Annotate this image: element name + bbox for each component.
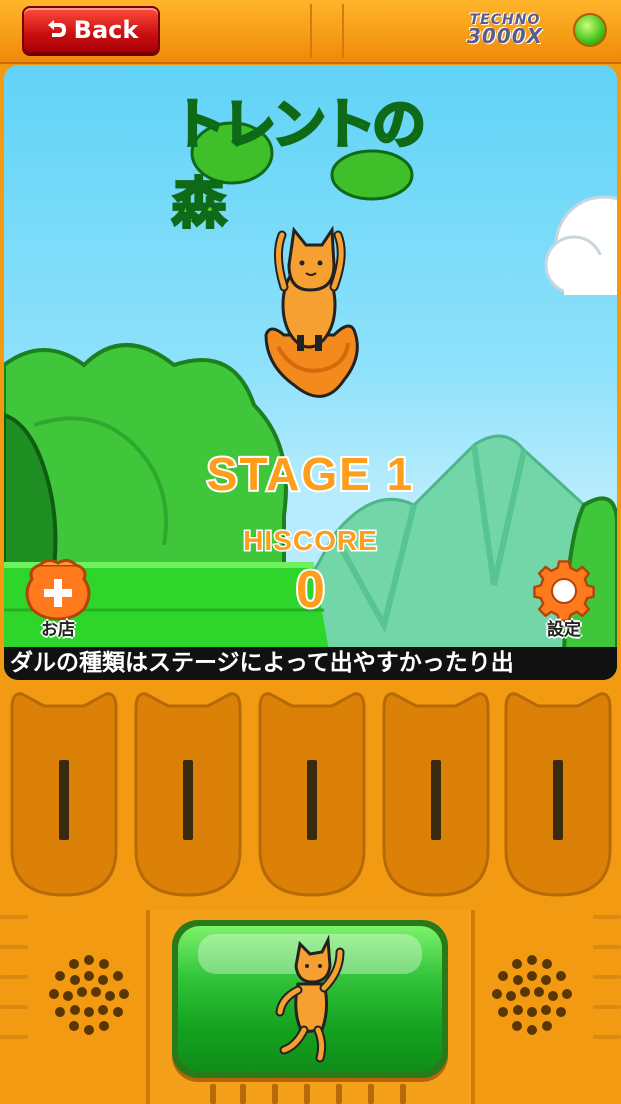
news-ticker: ダルの種類はステージによって出やすかったり出 xyxy=(4,647,617,680)
coin-slot[interactable] xyxy=(254,690,370,900)
game-screen: トレントの森 STAGE 1 HISCORE 0 お店 設定 ダルの種類はステー… xyxy=(4,65,617,680)
speaker-left xyxy=(49,955,129,1035)
vent-slot xyxy=(304,1084,310,1104)
back-button[interactable]: Back xyxy=(22,6,160,54)
back-arrow-icon xyxy=(47,20,66,37)
grill-line xyxy=(0,945,28,949)
stage-title: STAGE 1 xyxy=(205,446,415,502)
back-label: Back xyxy=(73,16,139,44)
vent-slot xyxy=(336,1084,342,1104)
hiscore-label: HISCORE xyxy=(242,524,379,558)
action-button[interactable] xyxy=(172,920,448,1078)
settings-button[interactable]: 設定 xyxy=(524,557,604,645)
vent-slot xyxy=(368,1084,374,1104)
divider xyxy=(310,4,312,58)
shop-plus-icon xyxy=(25,558,91,621)
gear-icon xyxy=(533,560,595,622)
slot-row xyxy=(6,690,618,904)
grill-line xyxy=(0,1035,28,1039)
vent-slot xyxy=(240,1084,246,1104)
top-bar: Back TECHNO 3000X xyxy=(0,0,621,64)
shop-label: お店 xyxy=(41,620,75,640)
cat-character xyxy=(264,225,359,398)
brand-line2: 3000X xyxy=(466,24,544,48)
settings-label: 設定 xyxy=(547,620,581,640)
game-logo: トレントの森 xyxy=(171,92,457,237)
coin-slot[interactable] xyxy=(378,690,494,900)
grill-line xyxy=(593,1005,621,1009)
grill-line xyxy=(0,915,28,919)
logo-text: トレントの森 xyxy=(171,92,428,237)
brand-logo: TECHNO 3000X xyxy=(455,12,555,48)
vent-slot xyxy=(272,1084,278,1104)
divider xyxy=(342,4,344,58)
coin-slot[interactable] xyxy=(500,690,616,900)
grill-line xyxy=(593,1035,621,1039)
grill-line xyxy=(0,1005,28,1009)
status-led xyxy=(573,13,607,47)
grill-line xyxy=(0,975,28,979)
vent-slot xyxy=(210,1084,216,1104)
vent-slot xyxy=(400,1084,406,1104)
action-button-face xyxy=(178,926,442,1072)
grill-line xyxy=(593,915,621,919)
grill-line xyxy=(593,975,621,979)
coin-slot[interactable] xyxy=(6,690,122,900)
speaker-right xyxy=(492,955,572,1035)
grill-line xyxy=(593,945,621,949)
shop-button[interactable]: お店 xyxy=(18,557,98,645)
cloud xyxy=(544,195,617,295)
coin-slot[interactable] xyxy=(130,690,246,900)
dancing-cat-icon xyxy=(275,934,345,1063)
